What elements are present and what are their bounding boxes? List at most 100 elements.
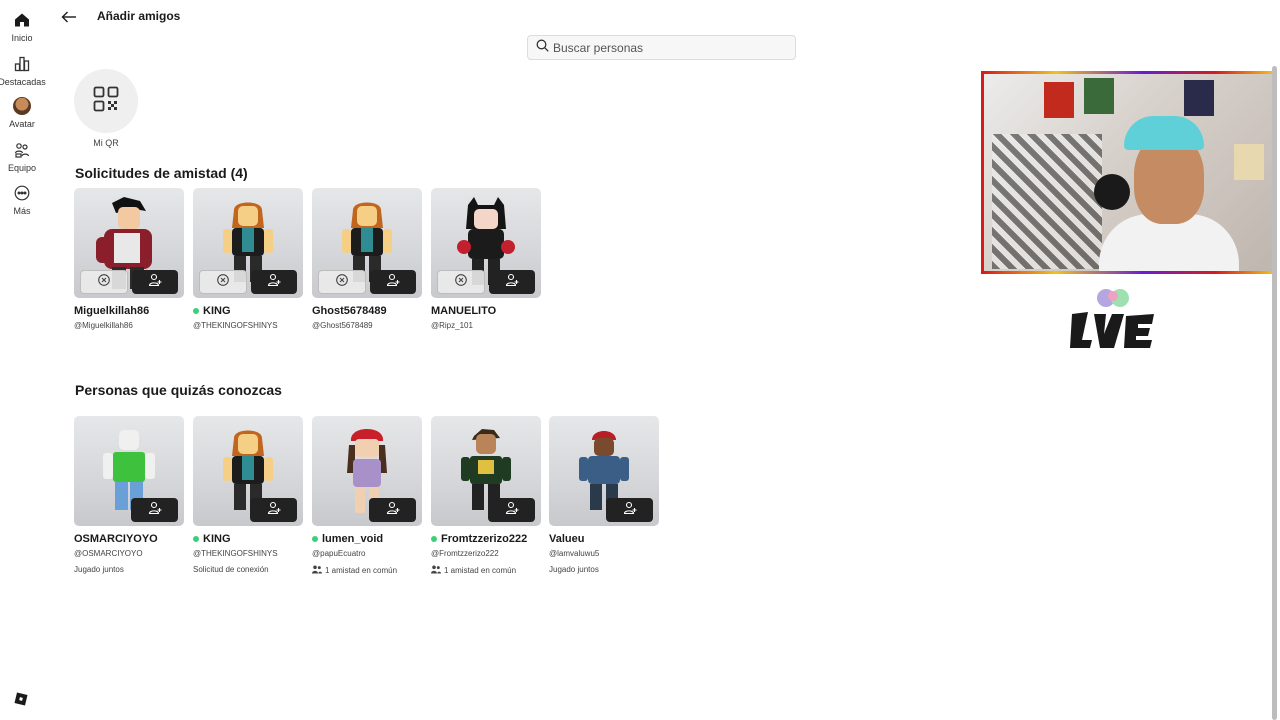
- card-name-text: KING: [203, 305, 231, 317]
- online-status-dot: [312, 536, 318, 542]
- sidebar-item-avatar[interactable]: Avatar: [0, 96, 44, 129]
- add-friend-icon: [148, 273, 162, 292]
- requests-section-title: Solicitudes de amistad (4): [75, 165, 248, 181]
- accept-button[interactable]: [370, 270, 416, 294]
- avatar-thumbnail[interactable]: [549, 416, 659, 526]
- card-name-text: Fromtzzerizo222: [441, 533, 528, 545]
- back-arrow-icon[interactable]: [60, 8, 78, 26]
- card-name-text: Ghost5678489: [312, 305, 387, 317]
- add-friend-button[interactable]: [488, 498, 535, 522]
- sidebar-item-label: Destacadas: [0, 77, 46, 87]
- card-name: KING: [193, 533, 303, 545]
- accept-button[interactable]: [489, 270, 535, 294]
- home-icon: [12, 10, 32, 30]
- add-friend-icon: [267, 273, 281, 292]
- card-meta: Solicitud de conexión: [193, 565, 303, 574]
- qr-code-icon: [93, 86, 119, 117]
- group-icon: [12, 140, 32, 160]
- add-friend-button[interactable]: [131, 498, 178, 522]
- qr-button[interactable]: [74, 69, 138, 133]
- avatar-thumbnail[interactable]: [74, 188, 184, 298]
- sidebar-item-inicio[interactable]: Inicio: [0, 10, 44, 43]
- webcam-overlay: [981, 71, 1276, 274]
- card-handle: @Ripz_101: [431, 321, 473, 330]
- avatar-thumbnail[interactable]: [193, 416, 303, 526]
- add-friend-button[interactable]: [250, 498, 297, 522]
- add-friend-icon: [505, 273, 519, 292]
- card-name-text: MANUELITO: [431, 305, 497, 317]
- suggestion-card[interactable]: OSMARCIYOYO @OSMARCIYOYO Jugado juntos: [74, 416, 184, 574]
- add-friend-button[interactable]: [369, 498, 416, 522]
- card-handle: @THEKINGOFSHINYS: [193, 321, 278, 330]
- roblox-logo-icon[interactable]: [14, 692, 28, 706]
- card-meta-text: Jugado juntos: [549, 565, 599, 574]
- add-friend-icon: [148, 501, 162, 520]
- more-icon: [12, 183, 32, 203]
- sidebar-item-mas[interactable]: Más: [0, 183, 44, 216]
- accept-button[interactable]: [251, 270, 297, 294]
- request-card[interactable]: Ghost5678489 @Ghost5678489: [312, 188, 422, 330]
- sidebar-item-label: Más: [13, 206, 31, 216]
- sidebar-item-destacadas[interactable]: Destacadas: [0, 54, 46, 87]
- card-handle: @papuEcuatro: [312, 549, 366, 558]
- request-card[interactable]: KING @THEKINGOFSHINYS: [193, 188, 303, 330]
- decline-button[interactable]: [199, 270, 247, 294]
- avatar-thumbnail[interactable]: [74, 416, 184, 526]
- decline-button[interactable]: [80, 270, 128, 294]
- avatar-thumbnail[interactable]: [193, 188, 303, 298]
- card-name: Ghost5678489: [312, 305, 422, 317]
- app-root: Inicio Destacadas Avatar Equipo Más Añad…: [0, 0, 1280, 720]
- card-name: Fromtzzerizo222: [431, 533, 541, 545]
- card-name-text: OSMARCIYOYO: [74, 533, 158, 545]
- avatar-thumbnail[interactable]: [312, 416, 422, 526]
- accept-button[interactable]: [132, 270, 178, 294]
- add-friend-button[interactable]: [606, 498, 653, 522]
- avatar-icon: [12, 96, 32, 116]
- decline-button[interactable]: [318, 270, 366, 294]
- decline-x-icon: [98, 273, 110, 291]
- suggestion-card[interactable]: Valueu @lamvaluwu5 Jugado juntos: [549, 416, 659, 574]
- card-handle: @Ghost5678489: [312, 321, 373, 330]
- search-bar[interactable]: [527, 35, 796, 60]
- page-title: Añadir amigos: [97, 9, 181, 23]
- avatar-thumbnail[interactable]: [431, 188, 541, 298]
- add-friend-icon: [386, 273, 400, 292]
- suggestion-card[interactable]: KING @THEKINGOFSHINYS Solicitud de conex…: [193, 416, 303, 574]
- card-name-text: Miguelkillah86: [74, 305, 150, 317]
- sidebar-item-equipo[interactable]: Equipo: [0, 140, 44, 173]
- page-scrollbar[interactable]: [1272, 66, 1277, 720]
- online-status-dot: [431, 536, 437, 542]
- streamer-cap: [1124, 116, 1204, 150]
- mutual-friends-icon: [312, 565, 322, 576]
- suggestion-card[interactable]: Fromtzzerizo222 @Fromtzzerizo222 1 amist…: [431, 416, 541, 576]
- card-meta: 1 amistad en común: [312, 565, 422, 576]
- card-handle: @OSMARCIYOYO: [74, 549, 143, 558]
- add-friend-icon: [623, 501, 637, 520]
- card-meta-text: Solicitud de conexión: [193, 565, 269, 574]
- card-name: lumen_void: [312, 533, 422, 545]
- streamer-brand-logo: [1070, 289, 1154, 348]
- avatar-thumbnail[interactable]: [312, 188, 422, 298]
- wall-poster: [1234, 144, 1264, 180]
- card-meta: Jugado juntos: [549, 565, 659, 574]
- card-meta-text: 1 amistad en común: [325, 566, 398, 575]
- suggestion-card[interactable]: lumen_void @papuEcuatro 1 amistad en com…: [312, 416, 422, 576]
- card-name-text: KING: [203, 533, 231, 545]
- card-meta: 1 amistad en común: [431, 565, 541, 576]
- request-card[interactable]: Miguelkillah86 @Miguelkillah86: [74, 188, 184, 330]
- sidebar-item-label: Inicio: [11, 33, 33, 43]
- wall-poster: [1044, 82, 1074, 118]
- request-card[interactable]: MANUELITO @Ripz_101: [431, 188, 541, 330]
- search-input[interactable]: [553, 40, 783, 55]
- online-status-dot: [193, 308, 199, 314]
- card-name: MANUELITO: [431, 305, 541, 317]
- qr-label: Mi QR: [93, 138, 119, 148]
- card-handle: @lamvaluwu5: [549, 549, 600, 558]
- avatar-thumbnail[interactable]: [431, 416, 541, 526]
- card-name: Miguelkillah86: [74, 305, 184, 317]
- online-status-dot: [193, 536, 199, 542]
- wall-poster: [1184, 80, 1214, 116]
- card-name: OSMARCIYOYO: [74, 533, 184, 545]
- decline-button[interactable]: [437, 270, 485, 294]
- mutual-friends-icon: [431, 565, 441, 576]
